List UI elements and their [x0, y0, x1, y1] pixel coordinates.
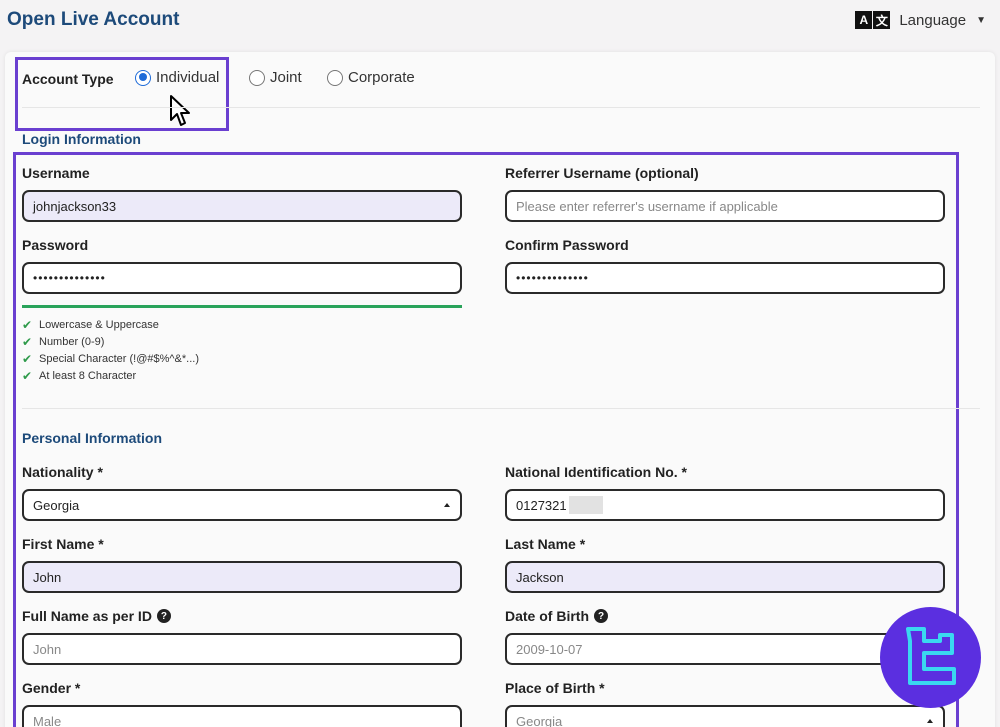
radio-joint[interactable]: Joint: [249, 69, 302, 86]
national-id-input[interactable]: 0127321: [505, 489, 945, 521]
radio-label: Joint: [270, 69, 302, 86]
full-name-input[interactable]: John: [22, 633, 462, 665]
redacted-text: [568, 496, 603, 514]
help-icon[interactable]: ?: [156, 609, 171, 623]
caret-down-icon: ▼: [976, 14, 986, 26]
password-rules: ✔ Lowercase & Uppercase ✔ Number (0-9) ✔ Sp…: [22, 316, 199, 384]
language-label: Language: [899, 11, 967, 29]
dob-input[interactable]: 2009-10-07: [505, 633, 945, 665]
radio-dot-icon: [249, 69, 265, 86]
nationality-label: Nationality *: [22, 464, 103, 480]
check-icon: ✔: [22, 334, 33, 349]
referrer-input[interactable]: Please enter referrer's username if appl…: [505, 190, 945, 222]
place-of-birth-label: Place of Birth *: [505, 680, 605, 696]
brand-logo: [880, 607, 981, 708]
check-icon: ✔: [22, 351, 33, 366]
dob-label: Date of Birth ?: [505, 608, 608, 624]
username-input[interactable]: johnjackson33: [22, 190, 462, 222]
check-icon: ✔: [22, 368, 33, 383]
confirm-password-input[interactable]: ••••••••••••••: [505, 262, 945, 294]
gender-label: Gender *: [22, 680, 81, 696]
password-input[interactable]: ••••••••••••••: [22, 262, 462, 294]
rule-item: ✔ Lowercase & Uppercase: [22, 317, 159, 332]
first-name-input[interactable]: John: [22, 561, 462, 593]
page-title: Open Live Account: [7, 9, 180, 30]
first-name-label: First Name *: [22, 536, 104, 552]
place-of-birth-select[interactable]: Georgia: [505, 705, 945, 727]
login-section-title: Login Information: [22, 131, 141, 147]
radio-dot-icon: [135, 69, 151, 86]
check-icon: ✔: [22, 317, 33, 332]
divider: [22, 408, 980, 409]
radio-individual[interactable]: Individual: [135, 69, 219, 86]
gender-select[interactable]: Male: [22, 705, 462, 727]
radio-dot-icon: [327, 69, 343, 86]
rule-item: ✔ At least 8 Character: [22, 368, 137, 383]
help-icon[interactable]: ?: [594, 609, 608, 623]
mouse-cursor-icon: [170, 95, 190, 126]
personal-section-title: Personal Information: [22, 430, 163, 446]
header: Open Live Account A文 Language ▼: [0, 0, 1000, 46]
account-type-label: Account Type: [22, 71, 114, 87]
password-label: Password: [22, 237, 89, 253]
referrer-label: Referrer Username (optional): [505, 165, 699, 181]
password-strength-bar: [22, 305, 462, 308]
radio-corporate[interactable]: Corporate: [327, 69, 415, 86]
language-selector[interactable]: A文 Language ▼: [855, 11, 986, 29]
last-name-input[interactable]: Jackson: [505, 561, 945, 593]
caret-up-icon: [927, 719, 933, 723]
translate-icon: A文: [855, 11, 891, 29]
full-name-label: Full Name as per ID ?: [22, 608, 171, 624]
radio-label: Corporate: [348, 69, 415, 86]
nationality-select[interactable]: Georgia: [22, 489, 462, 521]
rule-item: ✔ Number (0-9): [22, 334, 105, 349]
logo-mark-icon: [906, 627, 956, 685]
radio-label: Individual: [156, 69, 220, 86]
confirm-password-label: Confirm Password: [505, 237, 629, 253]
last-name-label: Last Name *: [505, 536, 586, 552]
caret-up-icon: [444, 503, 450, 507]
divider: [22, 107, 980, 108]
national-id-label: National Identification No. *: [505, 464, 688, 480]
rule-item: ✔ Special Character (!@#$%^&*...): [22, 351, 199, 366]
username-label: Username: [22, 165, 90, 181]
